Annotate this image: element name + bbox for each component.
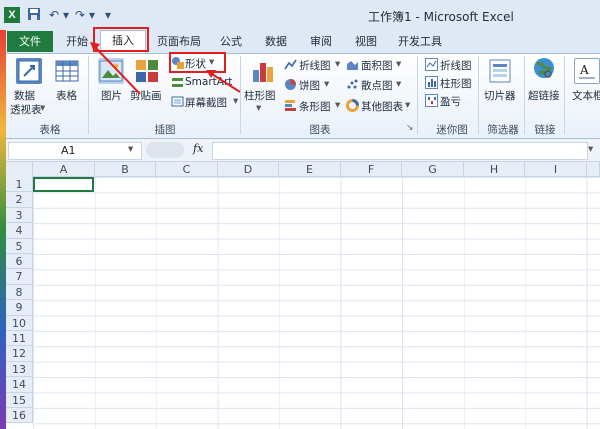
annotation-arrows xyxy=(90,42,241,95)
